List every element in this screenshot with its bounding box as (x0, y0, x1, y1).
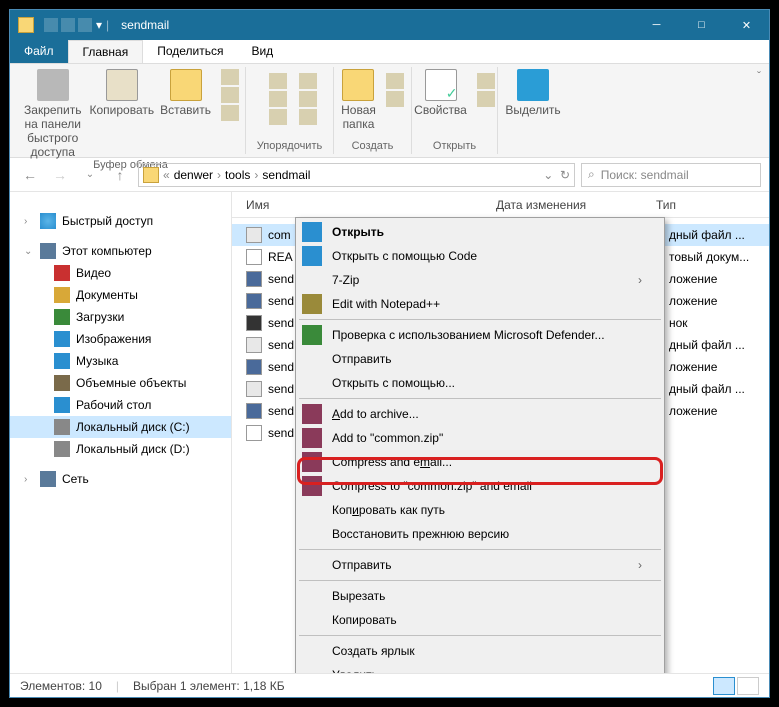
nav-this-pc[interactable]: ⌄Этот компьютер (10, 240, 231, 262)
column-headers[interactable]: Имя Дата изменения Тип (232, 192, 769, 218)
open-label: Открыть (433, 140, 476, 152)
new-folder-button[interactable]: Новая папка (341, 69, 376, 131)
select-button[interactable]: Выделить (505, 69, 560, 117)
chevron-right-icon: › (638, 558, 642, 572)
nav-documents[interactable]: Документы (10, 284, 231, 306)
paste-button[interactable]: Вставить (160, 69, 211, 117)
view-thumbs-button[interactable] (737, 677, 759, 695)
ribbon: Закрепить на панели быстрого доступа Коп… (10, 64, 769, 158)
file-icon (246, 359, 262, 375)
ctx-notepadpp[interactable]: Edit with Notepad++ (298, 292, 662, 316)
nav-music[interactable]: Музыка (10, 350, 231, 372)
file-icon (246, 337, 262, 353)
file-icon (246, 271, 262, 287)
ctx-compress-zip-email[interactable]: Compress to "common.zip" and email (298, 474, 662, 498)
organize-label: Упорядочить (257, 140, 322, 152)
up-button[interactable]: ↑ (108, 163, 132, 187)
back-button[interactable]: ← (18, 163, 42, 187)
context-menu: Открыть Открыть с помощью Code 7-Zip› Ed… (295, 217, 665, 673)
ctx-compress-email[interactable]: Compress and email... (298, 450, 662, 474)
ctx-open-code[interactable]: Открыть с помощью Code (298, 244, 662, 268)
ctx-copy-path[interactable]: Копировать как путь (298, 498, 662, 522)
status-count: Элементов: 10 (20, 679, 102, 693)
folder-icon (18, 17, 34, 33)
nav-disk-d[interactable]: Локальный диск (D:) (10, 438, 231, 460)
pin-button[interactable]: Закрепить на панели быстрого доступа (22, 69, 84, 159)
file-icon (246, 293, 262, 309)
maximize-button[interactable]: □ (679, 10, 724, 40)
nav-downloads[interactable]: Загрузки (10, 306, 231, 328)
ctx-open[interactable]: Открыть (298, 220, 662, 244)
ctx-defender[interactable]: Проверка с использованием Microsoft Defe… (298, 323, 662, 347)
quick-access-toolbar (44, 18, 92, 32)
copy-button[interactable]: Копировать (90, 69, 155, 117)
menubar: Файл Главная Поделиться Вид (10, 40, 769, 64)
menu-file[interactable]: Файл (10, 40, 68, 63)
ctx-open-with[interactable]: Открыть с помощью... (298, 371, 662, 395)
menu-home[interactable]: Главная (68, 40, 144, 63)
file-icon (246, 315, 262, 331)
status-selection: Выбран 1 элемент: 1,18 КБ (133, 679, 285, 693)
file-icon (246, 425, 262, 441)
status-bar: Элементов: 10 | Выбран 1 элемент: 1,18 К… (10, 673, 769, 697)
nav-images[interactable]: Изображения (10, 328, 231, 350)
file-icon (246, 381, 262, 397)
search-icon: ⌕ (588, 167, 595, 182)
nav-desktop[interactable]: Рабочий стол (10, 394, 231, 416)
nav-network[interactable]: ›Сеть (10, 468, 231, 490)
file-icon (246, 227, 262, 243)
ctx-copy[interactable]: Копировать (298, 608, 662, 632)
menu-share[interactable]: Поделиться (143, 40, 237, 63)
ctx-send-to[interactable]: Отправить› (298, 553, 662, 577)
ribbon-collapse-icon[interactable]: ˇ (755, 67, 763, 154)
ctx-7zip[interactable]: 7-Zip› (298, 268, 662, 292)
menu-view[interactable]: Вид (237, 40, 287, 63)
ctx-restore[interactable]: Восстановить прежнюю версию (298, 522, 662, 546)
close-button[interactable]: ✕ (724, 10, 769, 40)
properties-button[interactable]: Свойства (414, 69, 467, 117)
file-icon (246, 249, 262, 265)
view-details-button[interactable] (713, 677, 735, 695)
nav-objects[interactable]: Объемные объекты (10, 372, 231, 394)
window-title: sendmail (121, 18, 169, 32)
nav-quick-access[interactable]: ›Быстрый доступ (10, 210, 231, 232)
breadcrumb[interactable]: « denwer› tools› sendmail ⌄ ↻ (138, 163, 575, 187)
search-input[interactable]: ⌕ Поиск: sendmail (581, 163, 761, 187)
minimize-button[interactable]: ─ (634, 10, 679, 40)
file-list-pane: Имя Дата изменения Тип comдный файл ...R… (232, 192, 769, 673)
create-label: Создать (352, 140, 394, 152)
ctx-cut[interactable]: Вырезать (298, 584, 662, 608)
chevron-right-icon: › (638, 273, 642, 287)
ctx-add-zip[interactable]: Add to "common.zip" (298, 426, 662, 450)
navigation-pane: ›Быстрый доступ ⌄Этот компьютер Видео До… (10, 192, 232, 673)
titlebar: ▾ | sendmail ─ □ ✕ (10, 10, 769, 40)
forward-button[interactable]: → (48, 163, 72, 187)
ctx-shortcut[interactable]: Создать ярлык (298, 639, 662, 663)
ctx-delete[interactable]: Удалить (298, 663, 662, 673)
file-icon (246, 403, 262, 419)
ctx-add-archive[interactable]: Add to archive... (298, 402, 662, 426)
nav-disk-c[interactable]: Локальный диск (C:) (10, 416, 231, 438)
ctx-send[interactable]: Отправить (298, 347, 662, 371)
address-bar: ← → ⌄ ↑ « denwer› tools› sendmail ⌄ ↻ ⌕ … (10, 158, 769, 192)
recent-button[interactable]: ⌄ (78, 163, 102, 187)
nav-video[interactable]: Видео (10, 262, 231, 284)
